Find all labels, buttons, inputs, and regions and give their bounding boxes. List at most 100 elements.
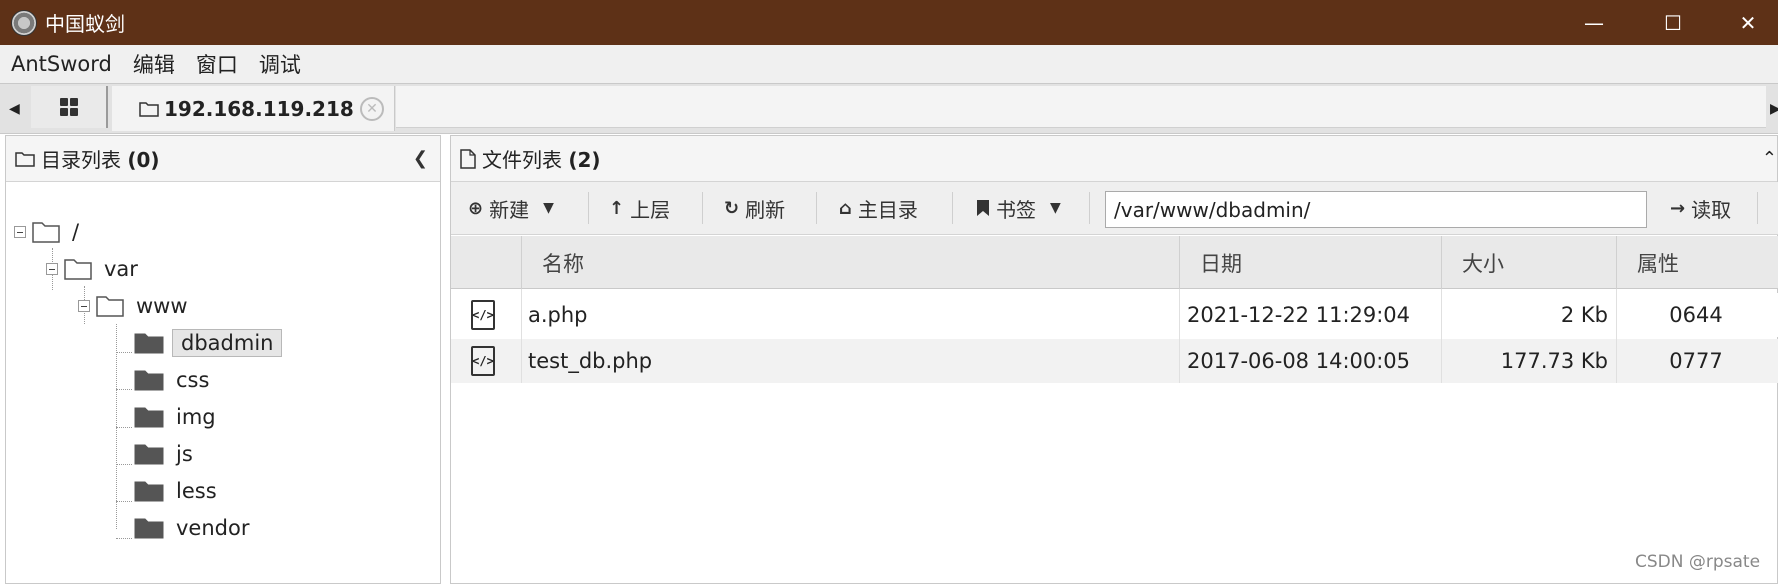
caret-down-icon: ▼ [1050,200,1061,216]
minimize-icon[interactable]: — [1564,0,1624,45]
collapse-left-icon[interactable]: ❮ [413,148,428,169]
directory-panel: 目录列表 (0) ❮ / var www dbadmin css img js … [5,135,441,584]
up-button[interactable]: ↑ 上层 [609,192,670,224]
tab-scroll-left-icon[interactable]: ◀ [9,101,20,117]
folder-icon [96,296,124,317]
up-button-label: 上层 [630,197,671,222]
arrow-up-icon: ↑ [609,197,625,219]
folder-icon [64,259,92,280]
refresh-icon: ↻ [724,197,740,219]
file-panel-header: 文件列表 (2) ⌃ [451,136,1777,182]
read-button-label: 读取 [1691,197,1732,222]
watermark: CSDN @rpsate [1635,552,1761,572]
maximize-icon[interactable]: ☐ [1643,0,1703,45]
file-date: 2021-12-22 11:29:04 [1187,303,1411,327]
folder-filled-icon [134,444,164,465]
folder-filled-icon [134,518,164,539]
tab-scroll-right-icon[interactable]: ▶ [1770,101,1778,117]
bookmark-button[interactable]: 书签 ▼ [976,192,1061,224]
plus-circle-icon: ⊕ [468,197,484,219]
file-toolbar: ⊕ 新建 ▼ ↑ 上层 ↻ 刷新 ⌂ 主目录 书签 ▼ → [451,182,1778,235]
new-button[interactable]: ⊕ 新建 ▼ [468,192,554,224]
folder-icon [15,151,35,167]
tree-node-label: less [176,479,217,503]
file-icon [460,148,476,169]
column-size[interactable]: 大小 [1441,236,1616,289]
file-name: a.php [528,303,588,327]
column-attr[interactable]: 属性 [1616,236,1778,289]
tab-close-icon[interactable]: ✕ [360,97,384,121]
directory-title-text: 目录列表 [41,148,121,172]
file-date: 2017-06-08 14:00:05 [1187,349,1411,373]
folder-icon [139,101,159,117]
file-count: (2) [568,148,601,172]
tree-node-img[interactable]: img [134,399,216,435]
column-name[interactable]: 名称 [521,236,1179,289]
tree-node-vendor[interactable]: vendor [134,510,249,546]
column-date[interactable]: 日期 [1179,236,1441,289]
menu-bar: AntSword 编辑 窗口 调试 [0,45,1778,83]
tree-node-label: / [72,220,80,244]
tree-node-label: img [176,405,216,429]
folder-filled-icon [134,407,164,428]
file-name: test_db.php [528,349,653,373]
file-panel: 文件列表 (2) ⌃ ⊕ 新建 ▼ ↑ 上层 ↻ 刷新 ⌂ 主目录 书签 ▼ /… [450,135,1778,584]
tree-node-label: vendor [176,516,250,540]
tree-node-label: js [176,442,193,466]
home-dir-button[interactable]: ⌂ 主目录 [839,192,918,224]
folder-filled-icon [134,481,164,502]
tab-host-label: 192.168.119.218 [164,96,354,121]
new-button-label: 新建 [489,197,530,222]
directory-panel-title: 目录列表 (0) [41,144,160,173]
menu-antsword[interactable]: AntSword [11,52,112,76]
collapse-toggle-icon[interactable] [14,226,26,238]
tab-home[interactable] [31,86,108,128]
menu-window[interactable]: 窗口 [196,49,238,79]
home-dir-button-label: 主目录 [857,197,918,222]
menu-debug[interactable]: 调试 [259,49,301,79]
grid-icon [59,98,78,116]
file-row[interactable]: </> test_db.php 2017-06-08 14:00:05 177.… [451,339,1778,383]
collapse-toggle-icon[interactable] [78,300,90,312]
folder-filled-icon [134,333,164,354]
folder-filled-icon [134,370,164,391]
tree-node-www[interactable]: www [78,288,188,324]
read-button[interactable]: → 读取 [1670,192,1731,224]
file-size: 2 Kb [1560,303,1608,327]
tree-node-less[interactable]: less [134,473,217,509]
close-icon[interactable]: ✕ [1718,0,1778,45]
collapse-up-icon[interactable]: ⌃ [1762,148,1777,169]
tree-node-js[interactable]: js [134,436,193,472]
file-perm: 0777 [1669,349,1723,373]
tree-node-var[interactable]: var [46,251,138,287]
refresh-button[interactable]: ↻ 刷新 [724,192,785,224]
file-perm: 0644 [1669,303,1723,327]
folder-icon [32,222,60,243]
tree-node-root[interactable]: / [14,214,79,250]
bookmark-icon [977,200,989,216]
file-size: 177.73 Kb [1500,349,1608,373]
file-panel-title: 文件列表 (2) [482,144,601,173]
tree-node-css[interactable]: css [134,362,209,398]
bookmark-button-label: 书签 [996,197,1036,222]
file-grid-header: 名称 日期 大小 属性 [451,236,1778,289]
path-input[interactable] [1105,191,1647,228]
tab-strip-empty [396,86,1766,128]
home-icon: ⌂ [839,197,852,219]
tree-node-label: www [136,294,188,318]
window-title: 中国蚁剑 [45,12,125,36]
tree-node-label: dbadmin [172,329,283,357]
php-file-icon: </> [471,293,511,337]
tree-node-dbadmin[interactable]: dbadmin [134,325,283,361]
directory-count: (0) [127,148,160,172]
arrow-right-icon: → [1670,197,1686,219]
menu-edit[interactable]: 编辑 [133,49,175,79]
title-bar: 中国蚁剑 — ☐ ✕ [0,0,1778,45]
collapse-toggle-icon[interactable] [46,263,58,275]
directory-panel-header: 目录列表 (0) ❮ [6,136,440,182]
tab-host[interactable]: 192.168.119.218 ✕ [112,86,395,131]
refresh-button-label: 刷新 [745,197,786,222]
file-row[interactable]: </> a.php 2021-12-22 11:29:04 2 Kb 0644 [451,293,1778,337]
app-logo-icon [11,9,37,36]
caret-down-icon: ▼ [543,200,554,216]
